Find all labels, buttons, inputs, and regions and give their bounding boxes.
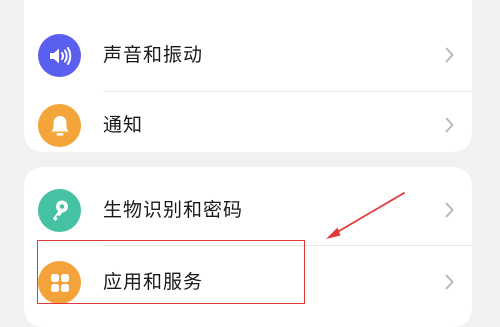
settings-item-notifications[interactable]: 通知 xyxy=(24,90,472,152)
settings-item-sound-vibration[interactable]: 声音和振动 xyxy=(24,20,472,90)
apps-icon xyxy=(38,261,81,304)
chevron-right-icon xyxy=(445,47,454,63)
settings-item-apps-services[interactable]: 应用和服务 xyxy=(24,247,472,317)
settings-item-label: 应用和服务 xyxy=(103,271,204,293)
settings-card-sound-notifications: 声音和振动 通知 xyxy=(24,0,472,152)
settings-item-label: 通知 xyxy=(103,114,144,136)
divider xyxy=(103,245,472,246)
chevron-right-icon xyxy=(445,117,454,133)
settings-item-label: 声音和振动 xyxy=(103,44,204,66)
key-icon xyxy=(38,189,81,232)
bell-icon xyxy=(38,104,81,147)
settings-item-biometrics-password[interactable]: 生物识别和密码 xyxy=(24,175,472,245)
settings-card-security-apps: 生物识别和密码 应用和服务 xyxy=(24,167,472,327)
volume-icon xyxy=(38,34,81,77)
chevron-right-icon xyxy=(445,202,454,218)
chevron-right-icon xyxy=(445,274,454,290)
settings-item-label: 生物识别和密码 xyxy=(103,199,244,221)
